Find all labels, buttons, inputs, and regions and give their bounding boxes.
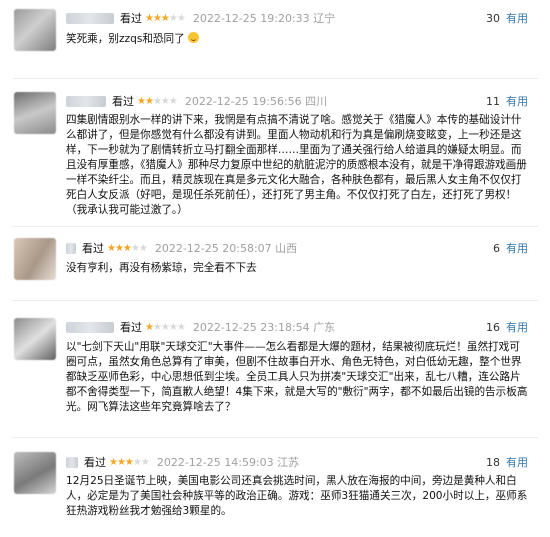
username-blurred[interactable] — [66, 321, 114, 333]
useful-button[interactable]: 有用 — [506, 10, 528, 26]
rating-stars: ★★★★★ — [137, 95, 178, 107]
comment-text: 12月25日圣诞节上映，美国电影公司还真会挑选时间，黑人放在海报的中间，旁边是黄… — [66, 475, 528, 517]
watched-label: 看过 — [82, 242, 104, 255]
rating-stars: ★★★★★ — [145, 321, 186, 333]
comment-text: 以"七剑下天山"用联"天球交汇"大事件——怎么看都是大爆的题材，结果被彻底玩烂！… — [66, 341, 528, 413]
rating-stars: ★★★★★ — [109, 456, 150, 468]
useful-button[interactable]: 有用 — [506, 454, 528, 470]
vote-area: 11 有用 — [486, 93, 528, 109]
useful-button[interactable]: 有用 — [506, 93, 528, 109]
user-avatar[interactable] — [14, 9, 56, 51]
comment-time: 2022-12-25 20:58:07 山西 — [154, 242, 298, 255]
watched-label: 看过 — [120, 321, 142, 334]
vote-count: 18 — [486, 455, 500, 469]
watched-label: 看过 — [84, 456, 106, 469]
user-avatar[interactable] — [14, 238, 56, 280]
vote-count: 16 — [486, 320, 500, 334]
watched-label: 看过 — [112, 95, 134, 108]
user-avatar[interactable] — [14, 452, 56, 494]
comment-meta: 看过 ★★★★★ 2022-12-25 14:59:03 江苏 — [66, 454, 299, 470]
vote-count: 11 — [486, 94, 500, 108]
comment-meta: 看过 ★★★★★ 2022-12-25 23:18:54 广东 — [66, 319, 335, 335]
comment-time: 2022-12-25 14:59:03 江苏 — [156, 456, 300, 469]
comment-meta: 看过 ★★★★★ 2022-12-25 19:56:56 四川 — [66, 93, 327, 109]
useful-button[interactable]: 有用 — [506, 319, 528, 335]
comment-text: 笑死乘，别zzqs和恐同了 — [66, 32, 528, 47]
divider — [12, 78, 538, 79]
comment-text: 四集剧情跟别水一样的讲下来，我惘是有点搞不清说了啥。感觉关于《猎魔人》本传的基础… — [66, 114, 527, 216]
vote-area: 30 有用 — [486, 10, 528, 26]
rating-stars: ★★★★★ — [145, 12, 186, 24]
vote-area: 16 有用 — [486, 319, 528, 335]
comment-time: 2022-12-25 19:20:33 辽宁 — [192, 12, 336, 25]
comment-time: 2022-12-25 23:18:54 广东 — [192, 321, 336, 334]
divider — [12, 226, 538, 227]
vote-count: 6 — [493, 241, 500, 255]
rating-stars: ★★★★★ — [107, 242, 148, 254]
username-blurred[interactable] — [66, 242, 76, 254]
comment-time: 2022-12-25 19:56:56 四川 — [184, 95, 328, 108]
username-blurred[interactable] — [66, 95, 106, 107]
comment-meta: 看过 ★★★★★ 2022-12-25 20:58:07 山西 — [66, 240, 297, 256]
username-blurred[interactable] — [66, 456, 78, 468]
divider — [12, 437, 538, 438]
vote-area: 6 有用 — [493, 240, 528, 256]
divider — [12, 300, 538, 301]
user-avatar[interactable] — [14, 318, 56, 360]
useful-button[interactable]: 有用 — [506, 240, 528, 256]
watched-label: 看过 — [120, 12, 142, 25]
comment-text: 没有亨利，再没有杨紫琼，完全看不下去 — [66, 262, 257, 274]
username-blurred[interactable] — [66, 12, 114, 24]
grinning-emoji-icon — [188, 32, 200, 43]
user-avatar[interactable] — [14, 92, 56, 134]
vote-count: 30 — [486, 11, 500, 25]
comment-meta: 看过 ★★★★★ 2022-12-25 19:20:33 辽宁 — [66, 10, 335, 26]
vote-area: 18 有用 — [486, 454, 528, 470]
